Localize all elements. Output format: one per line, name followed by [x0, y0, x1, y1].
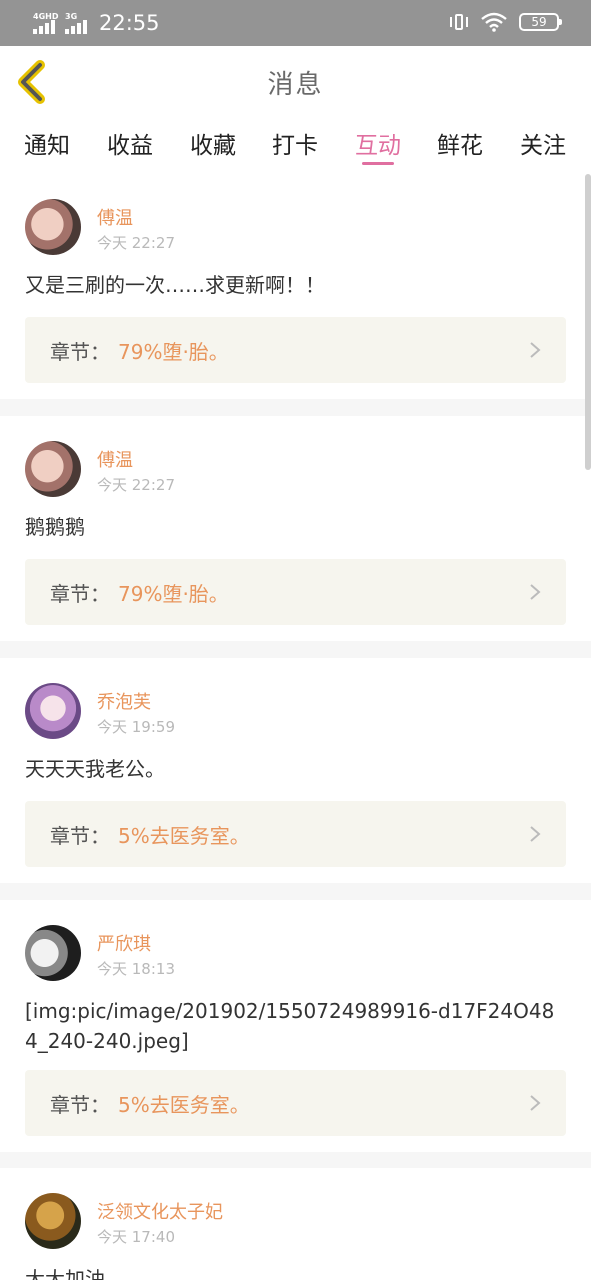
avatar[interactable]: [25, 441, 81, 497]
username[interactable]: 乔泡芙: [97, 688, 151, 714]
chevron-right-icon: [530, 342, 541, 358]
message-card: 严欣琪 今天 18:13 [img:pic/image/201902/15507…: [0, 900, 591, 1152]
tab-follow[interactable]: 关注: [513, 126, 573, 160]
battery-level: 59: [531, 15, 547, 29]
tab-income[interactable]: 收益: [100, 126, 160, 160]
timestamp: 今天 18:13: [97, 960, 175, 978]
chapter-name: 5%去医务室。: [118, 824, 250, 848]
message-text: [img:pic/image/201902/1550724989916-d17F…: [25, 999, 555, 1053]
message-text: 天天天我老公。: [25, 757, 165, 781]
avatar[interactable]: [25, 1193, 81, 1249]
avatar[interactable]: [25, 683, 81, 739]
message-text: 大大加油: [25, 1267, 105, 1280]
timestamp: 今天 19:59: [97, 718, 175, 736]
wifi-icon: [481, 12, 507, 32]
tab-flowers[interactable]: 鲜花: [430, 126, 490, 160]
active-tab-indicator: [362, 162, 394, 165]
username[interactable]: 泛领文化太子妃: [97, 1198, 223, 1224]
message-text: 鹅鹅鹅: [25, 515, 85, 539]
chapter-link[interactable]: 章节： 79%堕·胎。: [25, 559, 566, 625]
chapter-name: 79%堕·胎。: [118, 582, 229, 606]
status-time: 22:55: [99, 11, 160, 35]
tab-checkin[interactable]: 打卡: [265, 126, 325, 160]
username[interactable]: 傅温: [97, 204, 133, 230]
message-card: 傅温 今天 22:27 又是三刷的一次……求更新啊！！ 章节： 79%堕·胎。: [0, 174, 591, 399]
message-card: 傅温 今天 22:27 鹅鹅鹅 章节： 79%堕·胎。: [0, 416, 591, 641]
timestamp: 今天 22:27: [97, 476, 175, 494]
username[interactable]: 傅温: [97, 446, 133, 472]
chapter-name: 79%堕·胎。: [118, 340, 229, 364]
scrollbar[interactable]: [585, 174, 591, 470]
timestamp: 今天 22:27: [97, 234, 175, 252]
chevron-right-icon: [530, 1095, 541, 1111]
chapter-label: 章节：: [50, 824, 110, 848]
chapter-label: 章节：: [50, 340, 110, 364]
chevron-right-icon: [530, 584, 541, 600]
avatar[interactable]: [25, 925, 81, 981]
chapter-label: 章节：: [50, 1093, 110, 1117]
tab-interaction[interactable]: 互动: [348, 126, 408, 160]
username[interactable]: 严欣琪: [97, 930, 151, 956]
message-list[interactable]: 傅温 今天 22:27 又是三刷的一次……求更新啊！！ 章节： 79%堕·胎。 …: [0, 174, 591, 1280]
chapter-label: 章节：: [50, 582, 110, 606]
top-bar: 消息: [0, 46, 591, 116]
timestamp: 今天 17:40: [97, 1228, 175, 1246]
signal-icon: 3G: [65, 12, 89, 36]
vibrate-icon: [449, 12, 469, 32]
chevron-right-icon: [530, 826, 541, 842]
tab-notice[interactable]: 通知: [17, 126, 77, 160]
chapter-link[interactable]: 章节： 5%去医务室。: [25, 801, 566, 867]
page-title: 消息: [267, 70, 324, 100]
chapter-link[interactable]: 章节： 5%去医务室。: [25, 1070, 566, 1136]
tab-favorites[interactable]: 收藏: [183, 126, 243, 160]
message-card: 泛领文化太子妃 今天 17:40 大大加油: [0, 1168, 591, 1280]
chapter-link[interactable]: 章节： 79%堕·胎。: [25, 317, 566, 383]
message-text: 又是三刷的一次……求更新啊！！: [25, 273, 325, 297]
battery-icon: 59: [519, 13, 562, 31]
signal-icon: 4GHD: [33, 12, 58, 36]
status-bar: 4GHD 3G 22:55 59: [0, 0, 591, 46]
avatar[interactable]: [25, 199, 81, 255]
tab-bar: 通知 收益 收藏 打卡 互动 鲜花 关注: [0, 116, 591, 172]
chapter-name: 5%去医务室。: [118, 1093, 250, 1117]
message-card: 乔泡芙 今天 19:59 天天天我老公。 章节： 5%去医务室。: [0, 658, 591, 883]
